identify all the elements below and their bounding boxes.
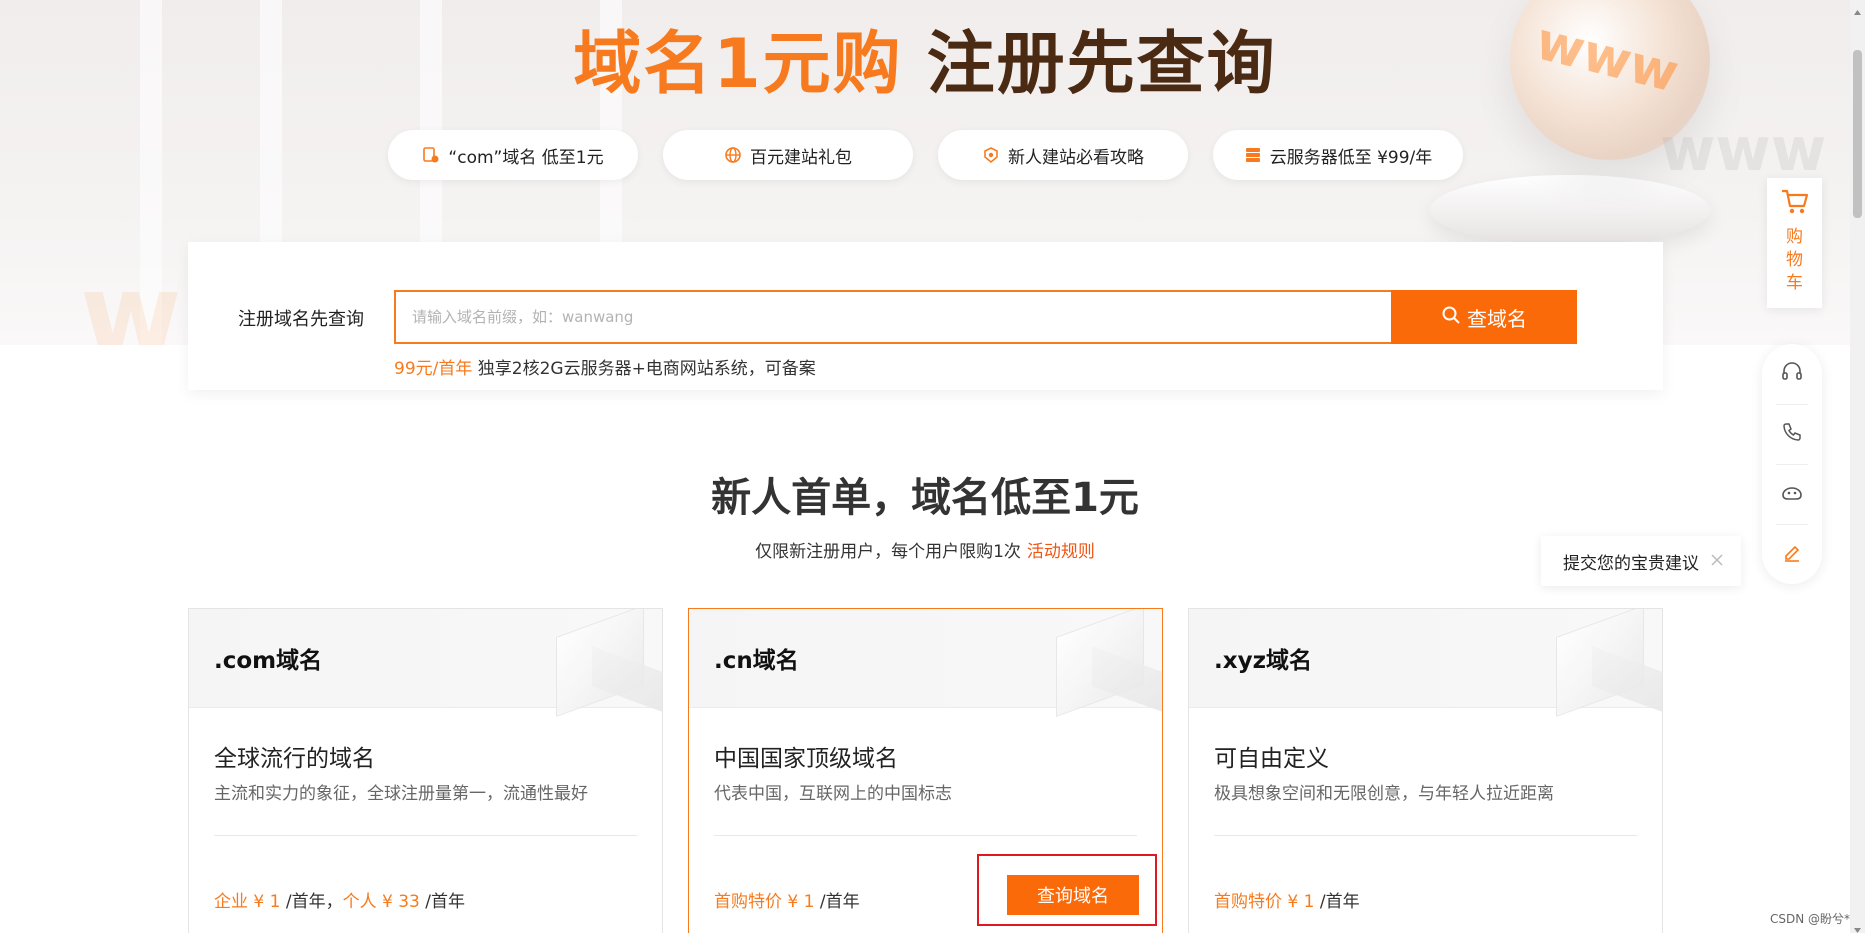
domain-card-cn[interactable]: .cn域名 中国国家顶级域名 代表中国，互联网上的中国标志 首购特价 ¥ 1 /… — [688, 608, 1163, 933]
hero-pill-list: “com”域名 低至1元 百元建站礼包 新人建站必看攻略 云服务器低至 ¥99/… — [388, 130, 1463, 180]
search-domain-button[interactable]: 查域名 — [1391, 290, 1577, 344]
card-price: 首购特价 ¥ 1 /首年 — [1214, 887, 1360, 912]
price-first-purchase: 首购特价 ¥ 1 — [1214, 892, 1315, 912]
price-first-purchase: 首购特价 ¥ 1 — [714, 892, 815, 912]
card-domain-name: .xyz域名 — [1214, 648, 1312, 674]
edit-icon — [1781, 541, 1803, 567]
phone-button[interactable] — [1762, 404, 1822, 464]
card-description: 主流和实力的象征，全球注册量第一，流通性最好 — [214, 784, 588, 804]
card-price: 企业 ¥ 1 /首年，个人 ¥ 33 /首年 — [214, 887, 465, 912]
card-divider — [1214, 835, 1637, 836]
domain-card-com[interactable]: .com域名 全球流行的域名 主流和实力的象征，全球注册量第一，流通性最好 企业… — [188, 608, 663, 933]
price-personal: 个人 ¥ 33 — [342, 892, 420, 912]
promo-text: 独享2核2G云服务器+电商网站系统，可备案 — [472, 359, 816, 379]
feedback-tooltip: 提交您的宝贵建议 — [1541, 536, 1741, 586]
domain-tag-icon — [422, 146, 440, 164]
domain-search-input[interactable] — [394, 290, 1391, 344]
card-domain-name: .cn域名 — [714, 648, 799, 674]
pill-newbie-guide[interactable]: 新人建站必看攻略 — [938, 130, 1188, 180]
pill-label: 百元建站礼包 — [750, 147, 852, 168]
card-price: 首购特价 ¥ 1 /首年 — [714, 887, 860, 912]
server-icon — [1244, 146, 1262, 164]
pill-label: 新人建站必看攻略 — [1008, 147, 1144, 168]
card-header: .com域名 — [189, 609, 662, 718]
chat-bot-icon — [1779, 481, 1805, 507]
phone-icon — [1781, 421, 1803, 447]
headset-icon — [1780, 360, 1804, 388]
chat-bot-button[interactable] — [1762, 464, 1822, 524]
card-header: .xyz域名 — [1189, 609, 1662, 718]
card-divider — [214, 835, 637, 836]
card-description: 代表中国，互联网上的中国标志 — [714, 784, 952, 804]
close-icon[interactable] — [1707, 550, 1727, 575]
headline-orange: 域名1元购 — [573, 25, 903, 104]
hero-headline: 域名1元购 注册先查询 — [0, 8, 1850, 107]
section-title: 新人首单，域名低至1元 — [711, 475, 1139, 521]
card-title: 全球流行的域名 — [214, 746, 375, 772]
pill-cloud-server[interactable]: 云服务器低至 ¥99/年 — [1213, 130, 1463, 180]
domain-search-card: 注册域名先查询 查域名 99元/首年 独享2核2G云服务器+电商网站系统，可备案 — [188, 242, 1663, 390]
promo-price: 99元/首年 — [394, 359, 473, 379]
watermark: CSDN @盼兮* — [1770, 912, 1851, 926]
shield-guide-icon — [982, 146, 1000, 164]
cart-label: 购物车 — [1786, 227, 1803, 293]
pill-label: “com”域名 低至1元 — [448, 147, 604, 168]
search-promo[interactable]: 99元/首年 独享2核2G云服务器+电商网站系统，可备案 — [394, 354, 816, 379]
price-unit: /首年， — [280, 892, 343, 912]
card-domain-name: .com域名 — [214, 648, 323, 674]
section-subtitle-text: 仅限新注册用户，每个用户限购1次 — [755, 542, 1021, 562]
pill-com-domain[interactable]: “com”域名 低至1元 — [388, 130, 638, 180]
search-icon — [1441, 305, 1461, 330]
card-header: .cn域名 — [689, 609, 1162, 718]
shopping-cart-widget[interactable]: 购物车 — [1767, 178, 1822, 308]
domain-card-list: .com域名 全球流行的域名 主流和实力的象征，全球注册量第一，流通性最好 企业… — [188, 608, 1663, 933]
scroll-up-icon[interactable] — [1853, 2, 1862, 15]
scroll-down-icon[interactable] — [1853, 920, 1862, 933]
globe-icon — [724, 146, 742, 164]
card-description: 极具想象空间和无限创意，与年轻人拉近距离 — [1214, 784, 1554, 804]
feedback-button[interactable] — [1762, 524, 1822, 584]
hero-decor-www-right: www — [1660, 115, 1827, 185]
floating-toolbar — [1762, 344, 1822, 584]
pill-site-gift[interactable]: 百元建站礼包 — [663, 130, 913, 180]
feedback-tooltip-text: 提交您的宝贵建议 — [1563, 553, 1699, 574]
query-domain-button[interactable]: 查询域名 — [1007, 875, 1139, 915]
price-unit: /首年 — [814, 892, 860, 912]
price-unit: /首年 — [419, 892, 465, 912]
cart-icon — [1780, 188, 1810, 220]
customer-service-button[interactable] — [1762, 344, 1822, 404]
price-unit: /首年 — [1314, 892, 1360, 912]
hero-podium — [1430, 175, 1710, 245]
card-title: 中国国家顶级域名 — [714, 746, 898, 772]
search-button-label: 查域名 — [1467, 306, 1527, 331]
pill-label: 云服务器低至 ¥99/年 — [1269, 147, 1433, 168]
search-label: 注册域名先查询 — [238, 309, 364, 330]
domain-card-xyz[interactable]: .xyz域名 可自由定义 极具想象空间和无限创意，与年轻人拉近距离 首购特价 ¥… — [1188, 608, 1663, 933]
card-divider — [714, 835, 1137, 836]
headline-dark: 注册先查询 — [926, 25, 1277, 104]
scrollbar-thumb[interactable] — [1853, 50, 1862, 218]
card-title: 可自由定义 — [1214, 746, 1329, 772]
price-enterprise: 企业 ¥ 1 — [214, 892, 281, 912]
activity-rules-link[interactable]: 活动规则 — [1027, 542, 1095, 562]
